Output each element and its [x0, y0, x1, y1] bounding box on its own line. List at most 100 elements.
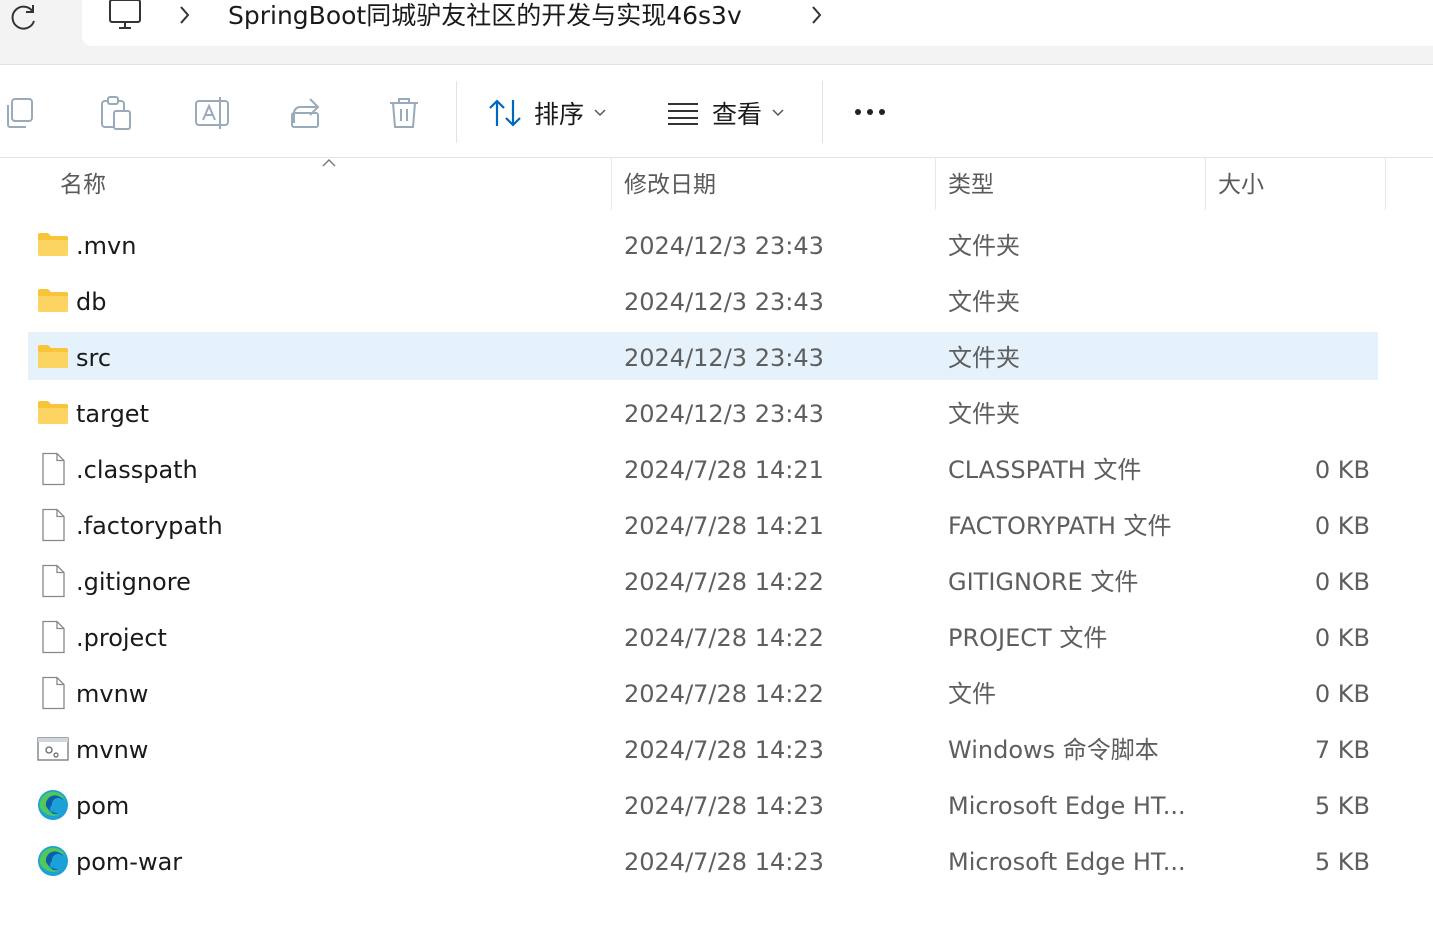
file-date: 2024/7/28 14:22: [624, 680, 824, 708]
command-bar: 排序 查看: [0, 65, 1433, 158]
file-date: 2024/7/28 14:23: [624, 792, 824, 820]
file-size: 0 KB: [1314, 456, 1370, 484]
toolbar-divider: [456, 81, 457, 143]
file-size: 5 KB: [1314, 848, 1370, 876]
column-header-date[interactable]: 修改日期: [624, 158, 716, 212]
folder-icon: [36, 284, 70, 318]
file-date: 2024/7/28 14:22: [624, 624, 824, 652]
file-date: 2024/12/3 23:43: [624, 400, 824, 428]
file-row[interactable]: .mvn 2024/12/3 23:43 文件夹: [28, 220, 1378, 268]
file-type: FACTORYPATH 文件: [948, 512, 1172, 540]
file-date: 2024/7/28 14:21: [624, 512, 824, 540]
rename-icon[interactable]: [194, 95, 230, 131]
file-row[interactable]: db 2024/12/3 23:43 文件夹: [28, 276, 1378, 324]
refresh-button[interactable]: [4, 0, 44, 36]
script-icon: [36, 732, 70, 766]
share-icon[interactable]: [290, 95, 326, 131]
breadcrumb-current-folder[interactable]: SpringBoot同城驴友社区的开发与实现46s3v: [228, 0, 742, 34]
file-row[interactable]: .gitignore 2024/7/28 14:22 GITIGNORE 文件 …: [28, 556, 1378, 604]
address-bar[interactable]: SpringBoot同城驴友社区的开发与实现46s3v: [82, 0, 1433, 46]
file-name: mvnw: [76, 680, 149, 708]
file-row[interactable]: pom-war 2024/7/28 14:23 Microsoft Edge H…: [28, 836, 1378, 884]
edge-icon: [36, 788, 70, 822]
file-type: 文件夹: [948, 344, 1020, 372]
file-type: Windows 命令脚本: [948, 736, 1159, 764]
file-size: 5 KB: [1314, 792, 1370, 820]
file-name: .classpath: [76, 456, 198, 484]
file-row[interactable]: pom 2024/7/28 14:23 Microsoft Edge HT...…: [28, 780, 1378, 828]
folder-icon: [36, 396, 70, 430]
file-date: 2024/7/28 14:22: [624, 568, 824, 596]
file-icon: [36, 508, 70, 542]
file-type: 文件: [948, 680, 996, 708]
file-type: Microsoft Edge HT...: [948, 792, 1186, 820]
folder-icon: [36, 228, 70, 262]
file-icon: [36, 620, 70, 654]
file-row[interactable]: src 2024/12/3 23:43 文件夹: [28, 332, 1378, 380]
paste-icon[interactable]: [98, 95, 134, 131]
column-header-size[interactable]: 大小: [1218, 158, 1264, 212]
file-date: 2024/12/3 23:43: [624, 232, 824, 260]
file-date: 2024/7/28 14:23: [624, 848, 824, 876]
sort-ascending-icon: [322, 159, 336, 167]
file-type: 文件夹: [948, 232, 1020, 260]
file-name: .gitignore: [76, 568, 191, 596]
edge-icon: [36, 844, 70, 878]
file-type: PROJECT 文件: [948, 624, 1108, 652]
this-pc-icon[interactable]: [108, 0, 142, 32]
file-size: 0 KB: [1314, 568, 1370, 596]
copy-icon[interactable]: [4, 95, 40, 131]
column-header: 名称 修改日期 类型 大小: [0, 158, 1433, 212]
breadcrumb-chevron-icon[interactable]: [178, 4, 192, 26]
chevron-down-icon: [594, 109, 606, 117]
file-row[interactable]: mvnw 2024/7/28 14:22 文件 0 KB: [28, 668, 1378, 716]
file-size: 7 KB: [1314, 736, 1370, 764]
file-type: 文件夹: [948, 288, 1020, 316]
file-row[interactable]: mvnw 2024/7/28 14:23 Windows 命令脚本 7 KB: [28, 724, 1378, 772]
file-name: .factorypath: [76, 512, 223, 540]
chevron-down-icon: [772, 109, 784, 117]
file-name: db: [76, 288, 107, 316]
toolbar-divider: [822, 81, 823, 143]
column-divider[interactable]: [935, 158, 936, 210]
file-size: 0 KB: [1314, 624, 1370, 652]
column-header-type[interactable]: 类型: [948, 158, 994, 212]
folder-icon: [36, 340, 70, 374]
file-name: pom-war: [76, 848, 183, 876]
file-name: src: [76, 344, 112, 372]
refresh-icon: [11, 5, 35, 30]
file-date: 2024/12/3 23:43: [624, 344, 824, 372]
navigation-bar: SpringBoot同城驴友社区的开发与实现46s3v: [0, 0, 1433, 65]
column-divider[interactable]: [1205, 158, 1206, 210]
column-divider[interactable]: [611, 158, 612, 210]
file-name: target: [76, 400, 149, 428]
file-date: 2024/7/28 14:21: [624, 456, 824, 484]
file-type: Microsoft Edge HT...: [948, 848, 1186, 876]
file-type: 文件夹: [948, 400, 1020, 428]
file-row[interactable]: .project 2024/7/28 14:22 PROJECT 文件 0 KB: [28, 612, 1378, 660]
file-row[interactable]: .classpath 2024/7/28 14:21 CLASSPATH 文件 …: [28, 444, 1378, 492]
delete-icon[interactable]: [386, 95, 422, 131]
view-button[interactable]: 查看: [666, 93, 784, 133]
file-size: 0 KB: [1314, 512, 1370, 540]
file-type: GITIGNORE 文件: [948, 568, 1139, 596]
file-name: .project: [76, 624, 167, 652]
breadcrumb-chevron-icon[interactable]: [810, 4, 824, 26]
file-icon: [36, 676, 70, 710]
file-icon: [36, 452, 70, 486]
file-name: mvnw: [76, 736, 149, 764]
file-row[interactable]: .factorypath 2024/7/28 14:21 FACTORYPATH…: [28, 500, 1378, 548]
file-name: pom: [76, 792, 130, 820]
file-date: 2024/12/3 23:43: [624, 288, 824, 316]
sort-icon: [489, 99, 521, 127]
file-icon: [36, 564, 70, 598]
view-icon: [668, 103, 698, 125]
sort-button[interactable]: 排序: [488, 93, 606, 133]
sort-label: 排序: [534, 100, 585, 129]
file-row[interactable]: target 2024/12/3 23:43 文件夹: [28, 388, 1378, 436]
view-label: 查看: [712, 100, 763, 129]
column-divider[interactable]: [1385, 158, 1386, 210]
file-size: 0 KB: [1314, 680, 1370, 708]
more-options-icon[interactable]: [852, 105, 888, 119]
column-header-name[interactable]: 名称: [60, 158, 106, 212]
